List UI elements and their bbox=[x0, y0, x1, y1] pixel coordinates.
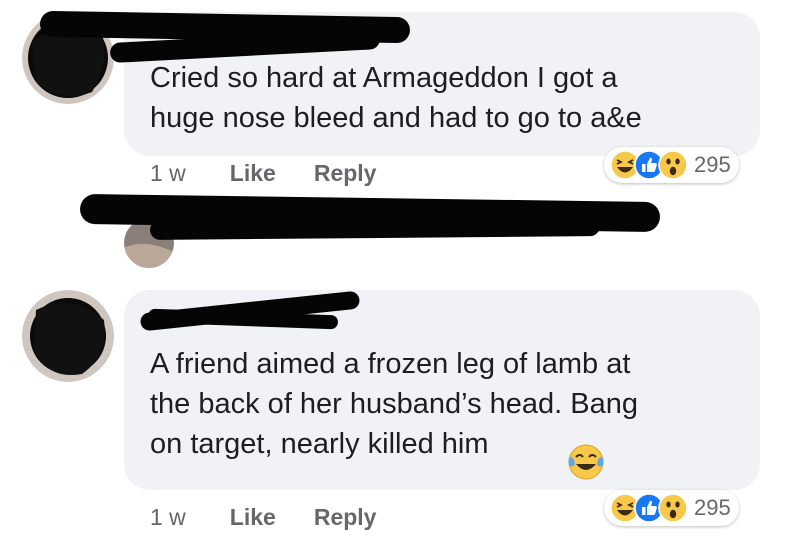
tears-of-joy-emoji-icon bbox=[566, 442, 606, 482]
comment-timestamp: 1 w bbox=[150, 160, 186, 186]
reply-button[interactable]: Reply bbox=[314, 504, 377, 531]
reaction-summary[interactable]: 295 bbox=[604, 490, 739, 526]
reaction-summary[interactable]: 295 bbox=[604, 147, 739, 183]
comment-actions: 1 w Like Reply bbox=[150, 504, 414, 531]
reply-button[interactable]: Reply bbox=[314, 160, 377, 187]
comment-timestamp: 1 w bbox=[150, 504, 186, 530]
comment-actions: 1 w Like Reply bbox=[150, 160, 414, 187]
like-button[interactable]: Like bbox=[230, 160, 276, 187]
comment-text: Cried so hard at Armageddon I got a huge… bbox=[150, 62, 642, 134]
reaction-count: 295 bbox=[694, 495, 731, 520]
wow-emoji-icon bbox=[658, 150, 688, 180]
reaction-count: 295 bbox=[694, 152, 731, 177]
wow-emoji-icon bbox=[658, 493, 688, 523]
commenter-avatar[interactable] bbox=[22, 290, 114, 382]
like-button[interactable]: Like bbox=[230, 504, 276, 531]
redacted-replies-link bbox=[149, 216, 601, 240]
comment-text: A friend aimed a frozen leg of lamb at t… bbox=[150, 348, 639, 460]
